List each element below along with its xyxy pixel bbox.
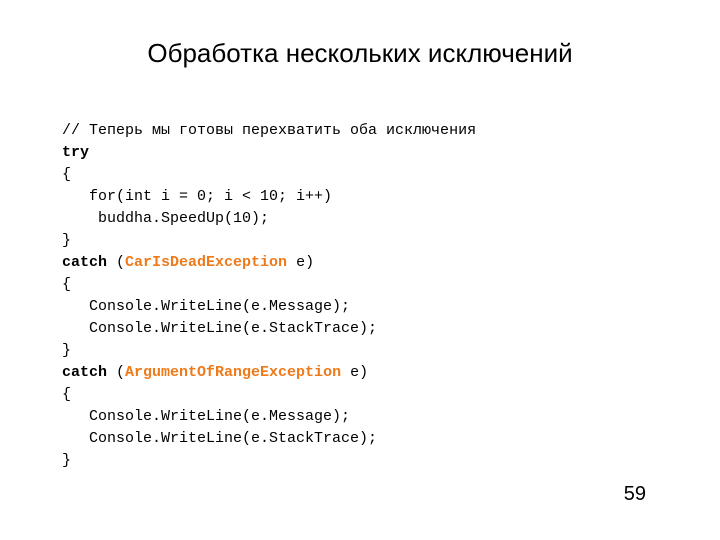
keyword-catch: catch	[62, 254, 107, 271]
code-line: Console.WriteLine(e.Message);	[62, 408, 350, 425]
keyword-try: try	[62, 144, 89, 161]
slide: Обработка нескольких исключений // Тепер…	[0, 0, 720, 540]
code-line: Console.WriteLine(e.Message);	[62, 298, 350, 315]
page-number: 59	[624, 483, 646, 506]
code-text: (	[107, 364, 125, 381]
slide-title: Обработка нескольких исключений	[0, 38, 720, 69]
code-line: }	[62, 452, 71, 469]
keyword-catch: catch	[62, 364, 107, 381]
code-text: e)	[341, 364, 368, 381]
code-line: buddha.SpeedUp(10);	[62, 210, 269, 227]
code-line: // Теперь мы готовы перехватить оба искл…	[62, 122, 476, 139]
code-text: e)	[287, 254, 314, 271]
code-line: }	[62, 232, 71, 249]
code-line: Console.WriteLine(e.StackTrace);	[62, 320, 377, 337]
exception-type: CarIsDeadException	[125, 254, 287, 271]
code-line: {	[62, 276, 71, 293]
code-line: {	[62, 386, 71, 403]
code-line: }	[62, 342, 71, 359]
exception-type: ArgumentOfRangeException	[125, 364, 341, 381]
code-line: {	[62, 166, 71, 183]
code-line: Console.WriteLine(e.StackTrace);	[62, 430, 377, 447]
code-block: // Теперь мы готовы перехватить оба искл…	[62, 120, 476, 472]
code-text: (	[107, 254, 125, 271]
code-line: for(int i = 0; i < 10; i++)	[62, 188, 332, 205]
